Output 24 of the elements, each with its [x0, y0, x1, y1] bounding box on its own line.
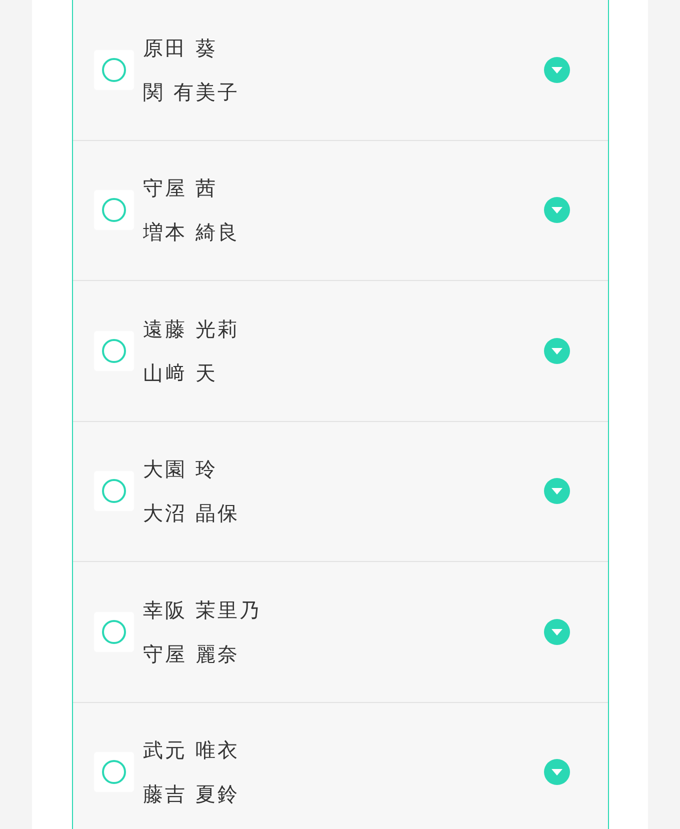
radio-button[interactable]	[102, 760, 126, 784]
expand-icon[interactable]	[544, 338, 570, 364]
radio-button[interactable]	[102, 338, 126, 363]
member-name: 幸阪 茉里乃	[143, 596, 262, 624]
expand-icon[interactable]	[544, 618, 570, 645]
radio-button[interactable]	[102, 620, 126, 644]
member-name: 山﨑 天	[143, 360, 218, 387]
member-name: 大沼 晶保	[143, 500, 240, 528]
member-name: 増本 綺良	[143, 219, 240, 246]
member-name: 守屋 茜	[143, 175, 218, 202]
expand-icon[interactable]	[544, 478, 570, 504]
radio-button[interactable]	[102, 58, 126, 82]
member-name: 原田 葵	[143, 34, 218, 62]
expand-icon[interactable]	[544, 197, 570, 224]
expand-icon[interactable]	[544, 56, 570, 83]
member-name: 藤吉 夏鈴	[143, 781, 240, 808]
member-name: 武元 唯衣	[143, 737, 240, 764]
radio-button[interactable]	[102, 198, 126, 222]
expand-icon[interactable]	[544, 759, 570, 786]
member-name: 遠藤 光莉	[143, 316, 240, 343]
member-name: 関 有美子	[143, 78, 240, 106]
radio-button[interactable]	[102, 479, 126, 504]
member-name: 大園 玲	[143, 456, 218, 484]
member-name: 守屋 麗奈	[143, 640, 240, 668]
